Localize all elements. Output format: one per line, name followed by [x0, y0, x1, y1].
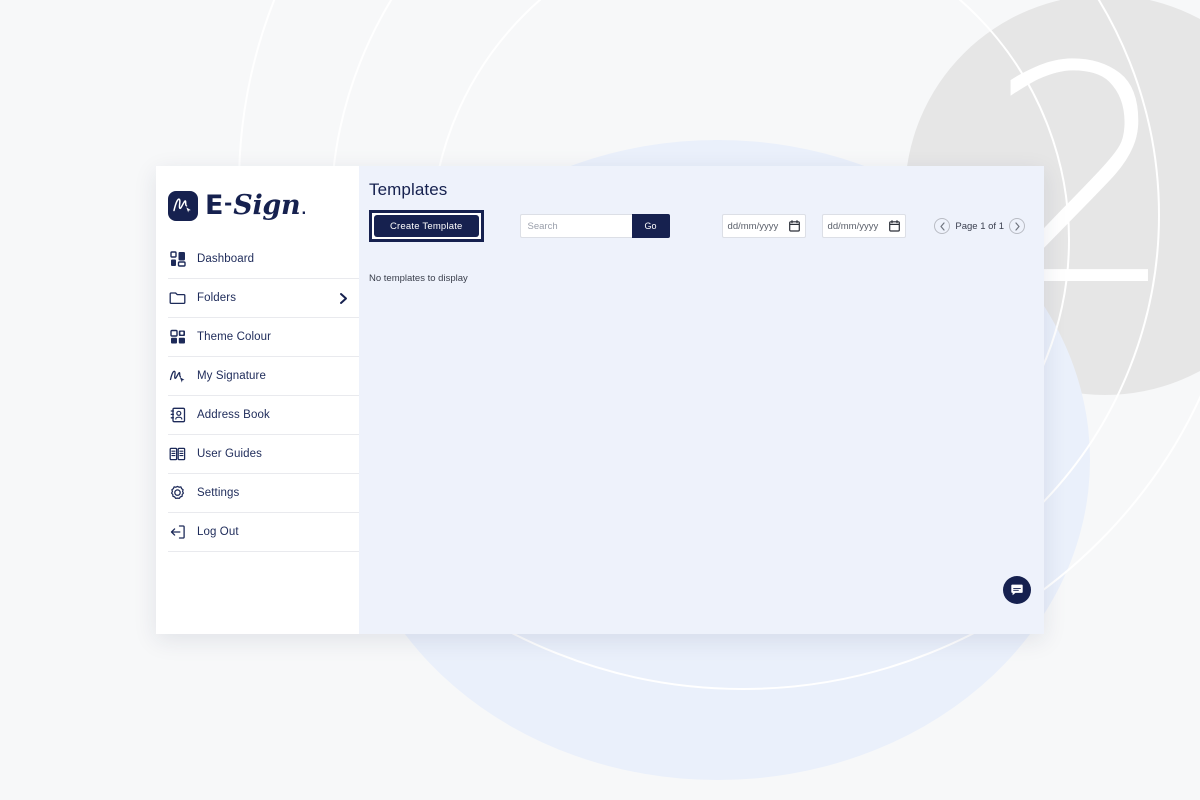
sidebar: E - Sign . Dashboard Folders Theme Colou…	[156, 166, 359, 634]
brand-dash: -	[223, 191, 233, 215]
calendar-icon[interactable]	[888, 220, 900, 232]
sidebar-item-label: Dashboard	[197, 253, 255, 265]
search-input[interactable]	[519, 214, 632, 238]
empty-state-message: No templates to display	[369, 273, 468, 284]
address-book-icon	[168, 406, 187, 425]
sidebar-item-label: Folders	[197, 292, 237, 304]
main-content: Templates Create Template Go dd/mm/yyyy	[359, 166, 1044, 634]
brand-letter-e: E	[205, 190, 223, 221]
sidebar-item-folders[interactable]: Folders	[168, 279, 359, 318]
create-template-focus-ring: Create Template	[369, 210, 484, 242]
sidebar-item-dashboard[interactable]: Dashboard	[168, 240, 359, 279]
sidebar-item-theme-colour[interactable]: Theme Colour	[168, 318, 359, 357]
sidebar-item-label: Settings	[197, 487, 240, 499]
sidebar-item-label: Log Out	[197, 526, 239, 538]
brand-trademark-dot: .	[301, 203, 307, 218]
chevron-left-icon[interactable]	[934, 218, 951, 234]
sidebar-item-address-book[interactable]: Address Book	[168, 396, 359, 435]
open-book-icon	[168, 445, 187, 464]
calendar-icon[interactable]	[788, 220, 800, 232]
create-template-button[interactable]: Create Template	[374, 215, 479, 237]
sidebar-nav: Dashboard Folders Theme Colour My Signat…	[156, 240, 359, 552]
sidebar-item-user-guides[interactable]: User Guides	[168, 435, 359, 474]
sidebar-item-log-out[interactable]: Log Out	[168, 513, 359, 552]
search-go-button[interactable]: Go	[631, 214, 670, 238]
page-status: Page 1 of 1	[955, 220, 1004, 232]
sidebar-item-label: My Signature	[197, 370, 266, 382]
pagination: Page 1 of 1	[934, 218, 1025, 234]
date-from-value: dd/mm/yyyy	[727, 220, 779, 232]
app-window: E - Sign . Dashboard Folders Theme Colou…	[156, 166, 1044, 634]
chevron-right-icon[interactable]	[1009, 218, 1025, 234]
sidebar-item-label: Theme Colour	[197, 331, 272, 343]
date-to-input[interactable]: dd/mm/yyyy	[821, 214, 906, 238]
brand-logo[interactable]: E - Sign .	[156, 166, 359, 228]
gear-icon	[168, 484, 187, 503]
chat-bubble-icon[interactable]	[1003, 576, 1031, 604]
dashboard-grid-icon	[168, 250, 187, 269]
signature-cursor-icon	[168, 190, 198, 221]
page-title: Templates	[369, 180, 448, 199]
sidebar-item-label: User Guides	[197, 448, 263, 460]
brand-word-sign: Sign	[233, 190, 301, 221]
sidebar-item-settings[interactable]: Settings	[168, 474, 359, 513]
logout-icon	[168, 523, 187, 542]
date-to-value: dd/mm/yyyy	[827, 220, 879, 232]
search-group: Go	[519, 214, 670, 238]
toolbar: Create Template Go dd/mm/yyyy dd/mm/yyyy	[369, 209, 1044, 243]
folder-icon	[168, 289, 187, 308]
sidebar-item-label: Address Book	[197, 409, 270, 421]
date-from-input[interactable]: dd/mm/yyyy	[721, 214, 806, 238]
signature-icon	[168, 367, 187, 386]
chevron-right-icon[interactable]	[338, 292, 349, 305]
sidebar-item-my-signature[interactable]: My Signature	[168, 357, 359, 396]
brand-wordmark: E - Sign .	[205, 192, 306, 219]
theme-grid-icon	[168, 328, 187, 347]
